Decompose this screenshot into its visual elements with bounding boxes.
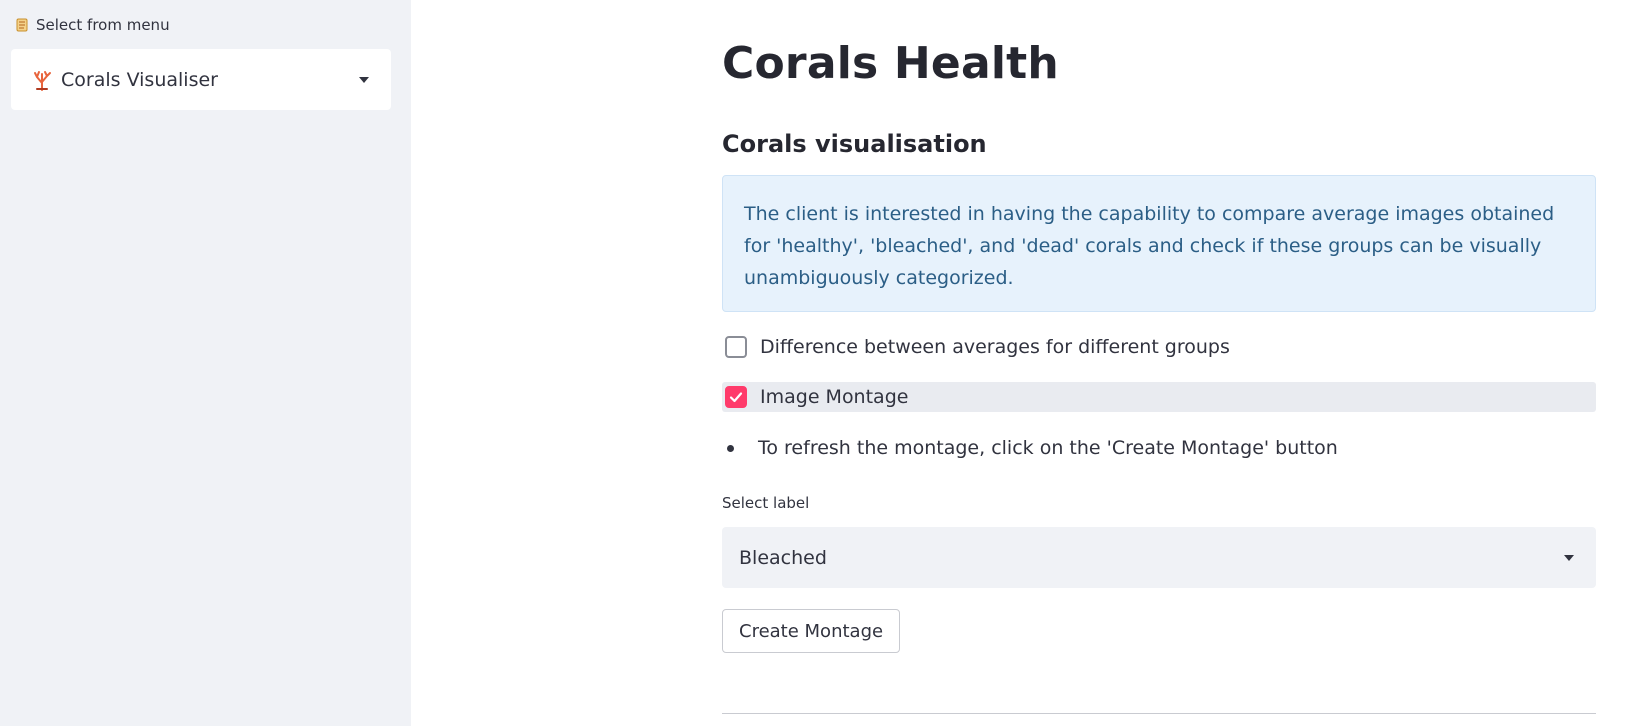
menu-select[interactable]: Corals Visualiser	[11, 49, 391, 110]
scroll-icon	[14, 17, 30, 33]
checkbox-label: Image Montage	[760, 386, 909, 408]
sidebar-header-label: Select from menu	[36, 16, 170, 34]
checkbox-image-montage[interactable]: Image Montage	[722, 382, 1596, 412]
app-root: Select from menu Corals Visualiser Coral…	[0, 0, 1645, 726]
chevron-down-icon	[1564, 554, 1574, 561]
info-box: The client is interested in having the c…	[722, 175, 1596, 312]
main-content: Corals Health Corals visualisation The c…	[722, 0, 1596, 726]
info-text: The client is interested in having the c…	[744, 203, 1555, 289]
checkbox-checked[interactable]	[725, 386, 747, 408]
bullet-text: To refresh the montage, click on the 'Cr…	[758, 437, 1338, 459]
label-select[interactable]: Bleached	[722, 527, 1596, 588]
checkbox-unchecked[interactable]	[725, 336, 747, 358]
menu-select-value: Corals Visualiser	[61, 68, 218, 91]
bullet-item: To refresh the montage, click on the 'Cr…	[722, 437, 1338, 459]
divider	[722, 713, 1596, 714]
checkbox-difference-averages[interactable]: Difference between averages for differen…	[722, 332, 1596, 362]
check-icon	[729, 392, 743, 403]
chevron-down-icon	[359, 76, 369, 83]
bullet-icon	[727, 444, 734, 452]
page-title: Corals Health	[722, 38, 1059, 89]
create-montage-button[interactable]: Create Montage	[722, 609, 901, 653]
sidebar: Select from menu Corals Visualiser	[0, 0, 411, 726]
section-title: Corals visualisation	[722, 130, 987, 158]
checkbox-label: Difference between averages for differen…	[760, 336, 1230, 358]
select-label: Select label	[722, 494, 810, 512]
label-select-value: Bleached	[739, 546, 827, 569]
coral-icon	[31, 69, 53, 91]
sidebar-header: Select from menu	[14, 16, 170, 34]
